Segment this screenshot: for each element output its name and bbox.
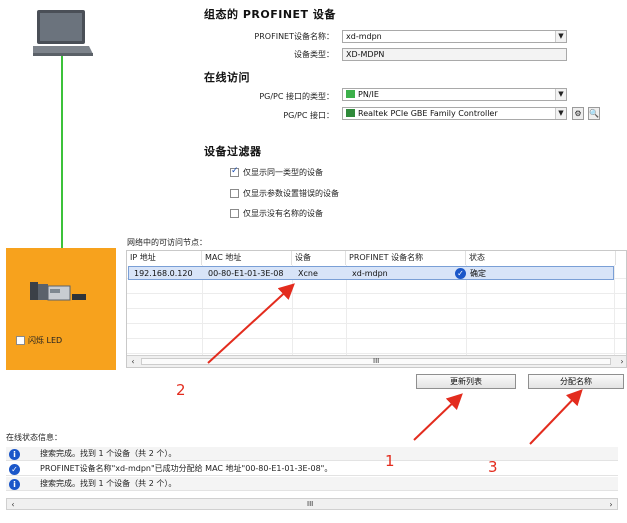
- annotation-number-3: 3: [488, 458, 498, 476]
- annotation-arrows: [207, 283, 583, 445]
- annotation-arrow-3: [529, 389, 583, 445]
- annotation-number-1: 1: [385, 452, 395, 470]
- annotation-arrow-2: [207, 283, 295, 364]
- annotation-number-2: 2: [176, 381, 186, 399]
- annotation-arrow-1: [413, 393, 463, 441]
